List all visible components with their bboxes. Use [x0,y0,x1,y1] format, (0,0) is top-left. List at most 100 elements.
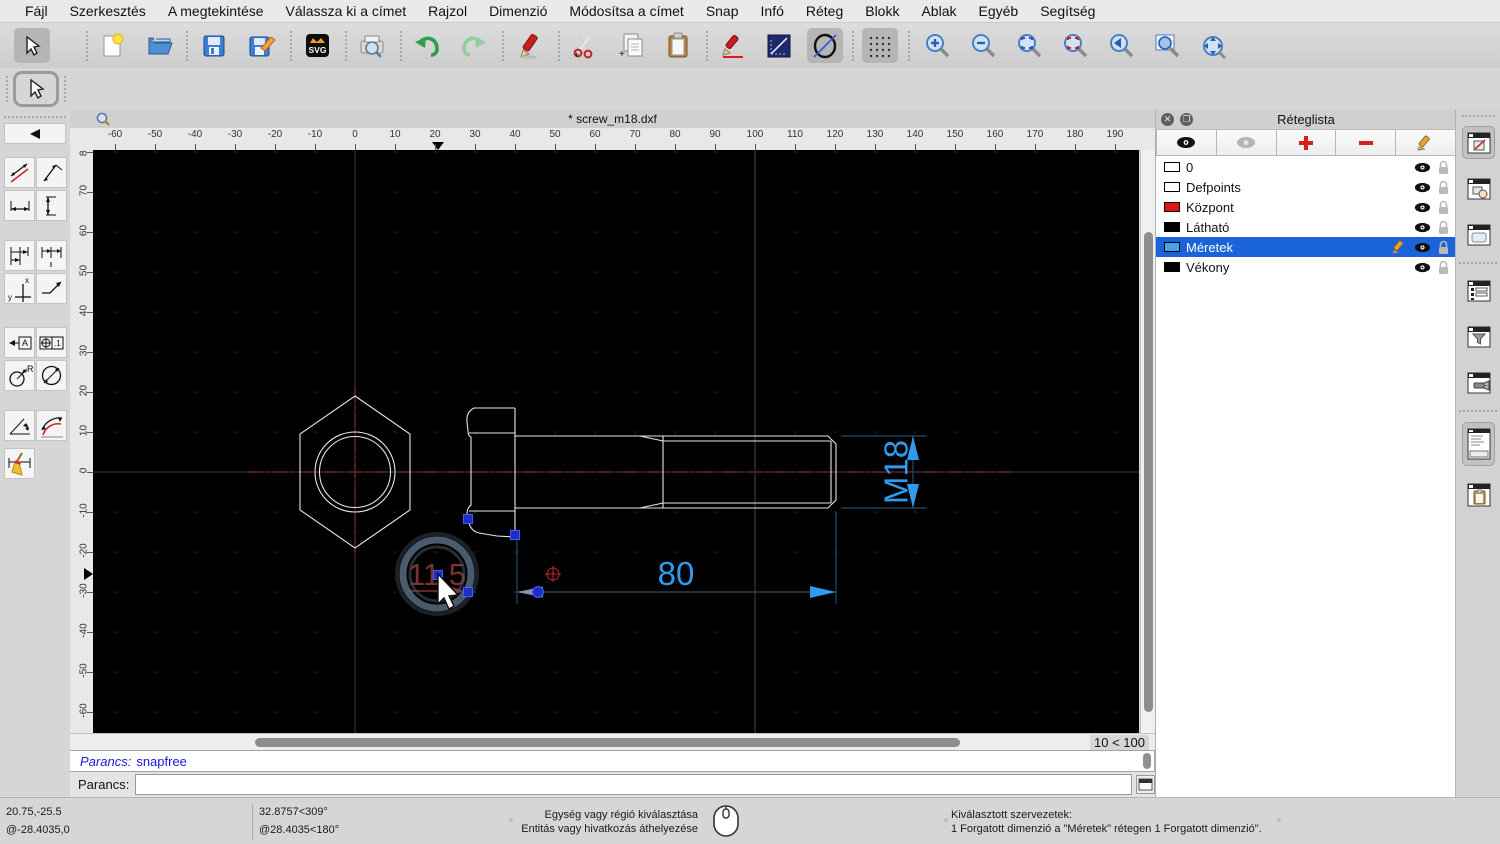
h-scroll-thumb[interactable] [255,738,960,747]
layer-row-0[interactable]: 0 [1156,157,1456,177]
command-dock-button[interactable] [1136,775,1155,794]
menu-item-12[interactable]: Egyéb [968,3,1030,19]
paste-button[interactable] [660,28,696,63]
layer-lock-icon[interactable] [1437,180,1450,195]
select-tool-button[interactable] [14,28,50,63]
line-tool-button[interactable] [761,28,797,63]
command-input[interactable] [135,774,1132,795]
grip-circle[interactable] [532,586,544,598]
layer-lock-icon[interactable] [1437,160,1450,175]
layer-visibility-icon[interactable] [1414,162,1431,173]
dim-tolerance-button[interactable]: .1 [36,327,67,358]
layer-lock-icon[interactable] [1437,260,1450,275]
dim-m18-text[interactable]: M18 [878,440,915,504]
remove-layer-button[interactable] [1336,129,1397,156]
panel-float-icon[interactable]: ❐ [1180,113,1193,126]
hide-all-layers-button[interactable] [1216,129,1277,156]
menu-item-11[interactable]: Ablak [910,3,967,19]
layer-color-swatch[interactable] [1164,162,1180,172]
layer-visibility-icon[interactable] [1414,222,1431,233]
menu-item-9[interactable]: Réteg [795,3,854,19]
layer-lock-icon[interactable] [1437,200,1450,215]
layer-color-swatch[interactable] [1164,262,1180,272]
dim-vertical-button[interactable] [36,190,67,221]
dim-continue-button[interactable] [36,240,67,271]
grip-1[interactable] [463,514,473,524]
layer-color-swatch[interactable] [1164,182,1180,192]
menu-item-13[interactable]: Segítség [1029,3,1106,19]
redo-button[interactable] [456,28,492,63]
menu-item-4[interactable]: Rajzol [417,3,478,19]
cut-button[interactable]: + [566,28,602,63]
dock-torch-button[interactable] [1462,366,1495,399]
edit-layer-button[interactable] [1396,129,1456,156]
dim-radius-button[interactable]: R [4,360,35,391]
back-button[interactable] [4,123,66,144]
canvas-vertical-scrollbar[interactable] [1140,150,1156,733]
v-scroll-thumb[interactable] [1144,232,1153,712]
history-scroll-thumb[interactable] [1143,753,1151,769]
new-document-button[interactable] [95,28,131,63]
dim-80-text[interactable]: 80 [658,555,695,592]
canvas-horizontal-scrollbar[interactable]: 10 < 100 [70,733,1155,751]
show-all-layers-button[interactable] [1156,129,1217,156]
layer-row-Defpoints[interactable]: Defpoints [1156,177,1456,197]
dim-linear-button[interactable] [36,157,67,188]
layer-color-swatch[interactable] [1164,222,1180,232]
dock-clipboard-button[interactable] [1462,478,1495,511]
delete-button[interactable] [512,28,548,63]
open-file-button[interactable] [142,28,178,63]
dim-baseline-button[interactable] [4,240,35,271]
layer-edit-pencil-icon[interactable] [1392,240,1408,254]
panel-close-icon[interactable]: ✕ [1161,113,1174,126]
zoom-previous-button[interactable] [1103,28,1139,63]
zoom-window-red-button[interactable] [1057,28,1093,63]
selection-pointer-button[interactable] [13,71,59,107]
layer-visibility-icon[interactable] [1414,202,1431,213]
save-as-button[interactable] [244,28,280,63]
dock-command-button[interactable] [1462,422,1495,466]
undo-button[interactable] [409,28,445,63]
save-button[interactable] [196,28,232,63]
command-history[interactable]: Parancs: snapfree [70,750,1155,772]
dim-text-button[interactable]: A [4,327,35,358]
dim-cleanup-button[interactable] [4,448,35,479]
menu-item-1[interactable]: Szerkesztés [59,3,157,19]
svg-export-button[interactable]: SVG [299,28,335,63]
dim-aligned-button[interactable] [4,157,35,188]
zoom-pan-button[interactable] [1195,28,1231,63]
grip-4[interactable] [463,587,473,597]
grip-2[interactable] [510,530,520,540]
menu-item-10[interactable]: Blokk [854,3,910,19]
menu-item-2[interactable]: A megtekintése [157,3,275,19]
layer-visibility-icon[interactable] [1414,242,1431,253]
dim-leader-button[interactable] [36,273,67,304]
layer-visibility-icon[interactable] [1414,182,1431,193]
dim-diameter-button[interactable] [36,360,67,391]
menu-item-6[interactable]: Módosítsa a címet [558,3,694,19]
layer-row-Látható[interactable]: Látható [1156,217,1456,237]
menu-item-5[interactable]: Dimenzió [478,3,558,19]
dock-filter-button[interactable] [1462,320,1495,353]
copy-button[interactable]: + [613,28,649,63]
zoom-in-button[interactable] [919,28,955,63]
dock-library-button[interactable] [1462,218,1495,251]
layer-row-Központ[interactable]: Központ [1156,197,1456,217]
dim-arc-button[interactable] [36,410,67,441]
layer-visibility-icon[interactable] [1414,262,1431,273]
layer-color-swatch[interactable] [1164,202,1180,212]
attributes-pen-button[interactable] [715,28,751,63]
dim-ordinate-button[interactable]: xy [4,273,35,304]
menu-item-8[interactable]: Infó [750,3,795,19]
ellipse-tool-button[interactable] [807,28,843,63]
layer-lock-icon[interactable] [1437,240,1450,255]
add-layer-button[interactable] [1276,129,1337,156]
dim-horizontal-button[interactable] [4,190,35,221]
dim-angular-button[interactable] [4,410,35,441]
layer-row-Méretek[interactable]: Méretek [1156,237,1456,257]
zoom-window-button[interactable] [1149,28,1185,63]
layer-lock-icon[interactable] [1437,220,1450,235]
dim-80[interactable]: 80 [516,512,837,604]
layer-color-swatch[interactable] [1164,242,1180,252]
dock-blocks-button[interactable] [1462,172,1495,205]
